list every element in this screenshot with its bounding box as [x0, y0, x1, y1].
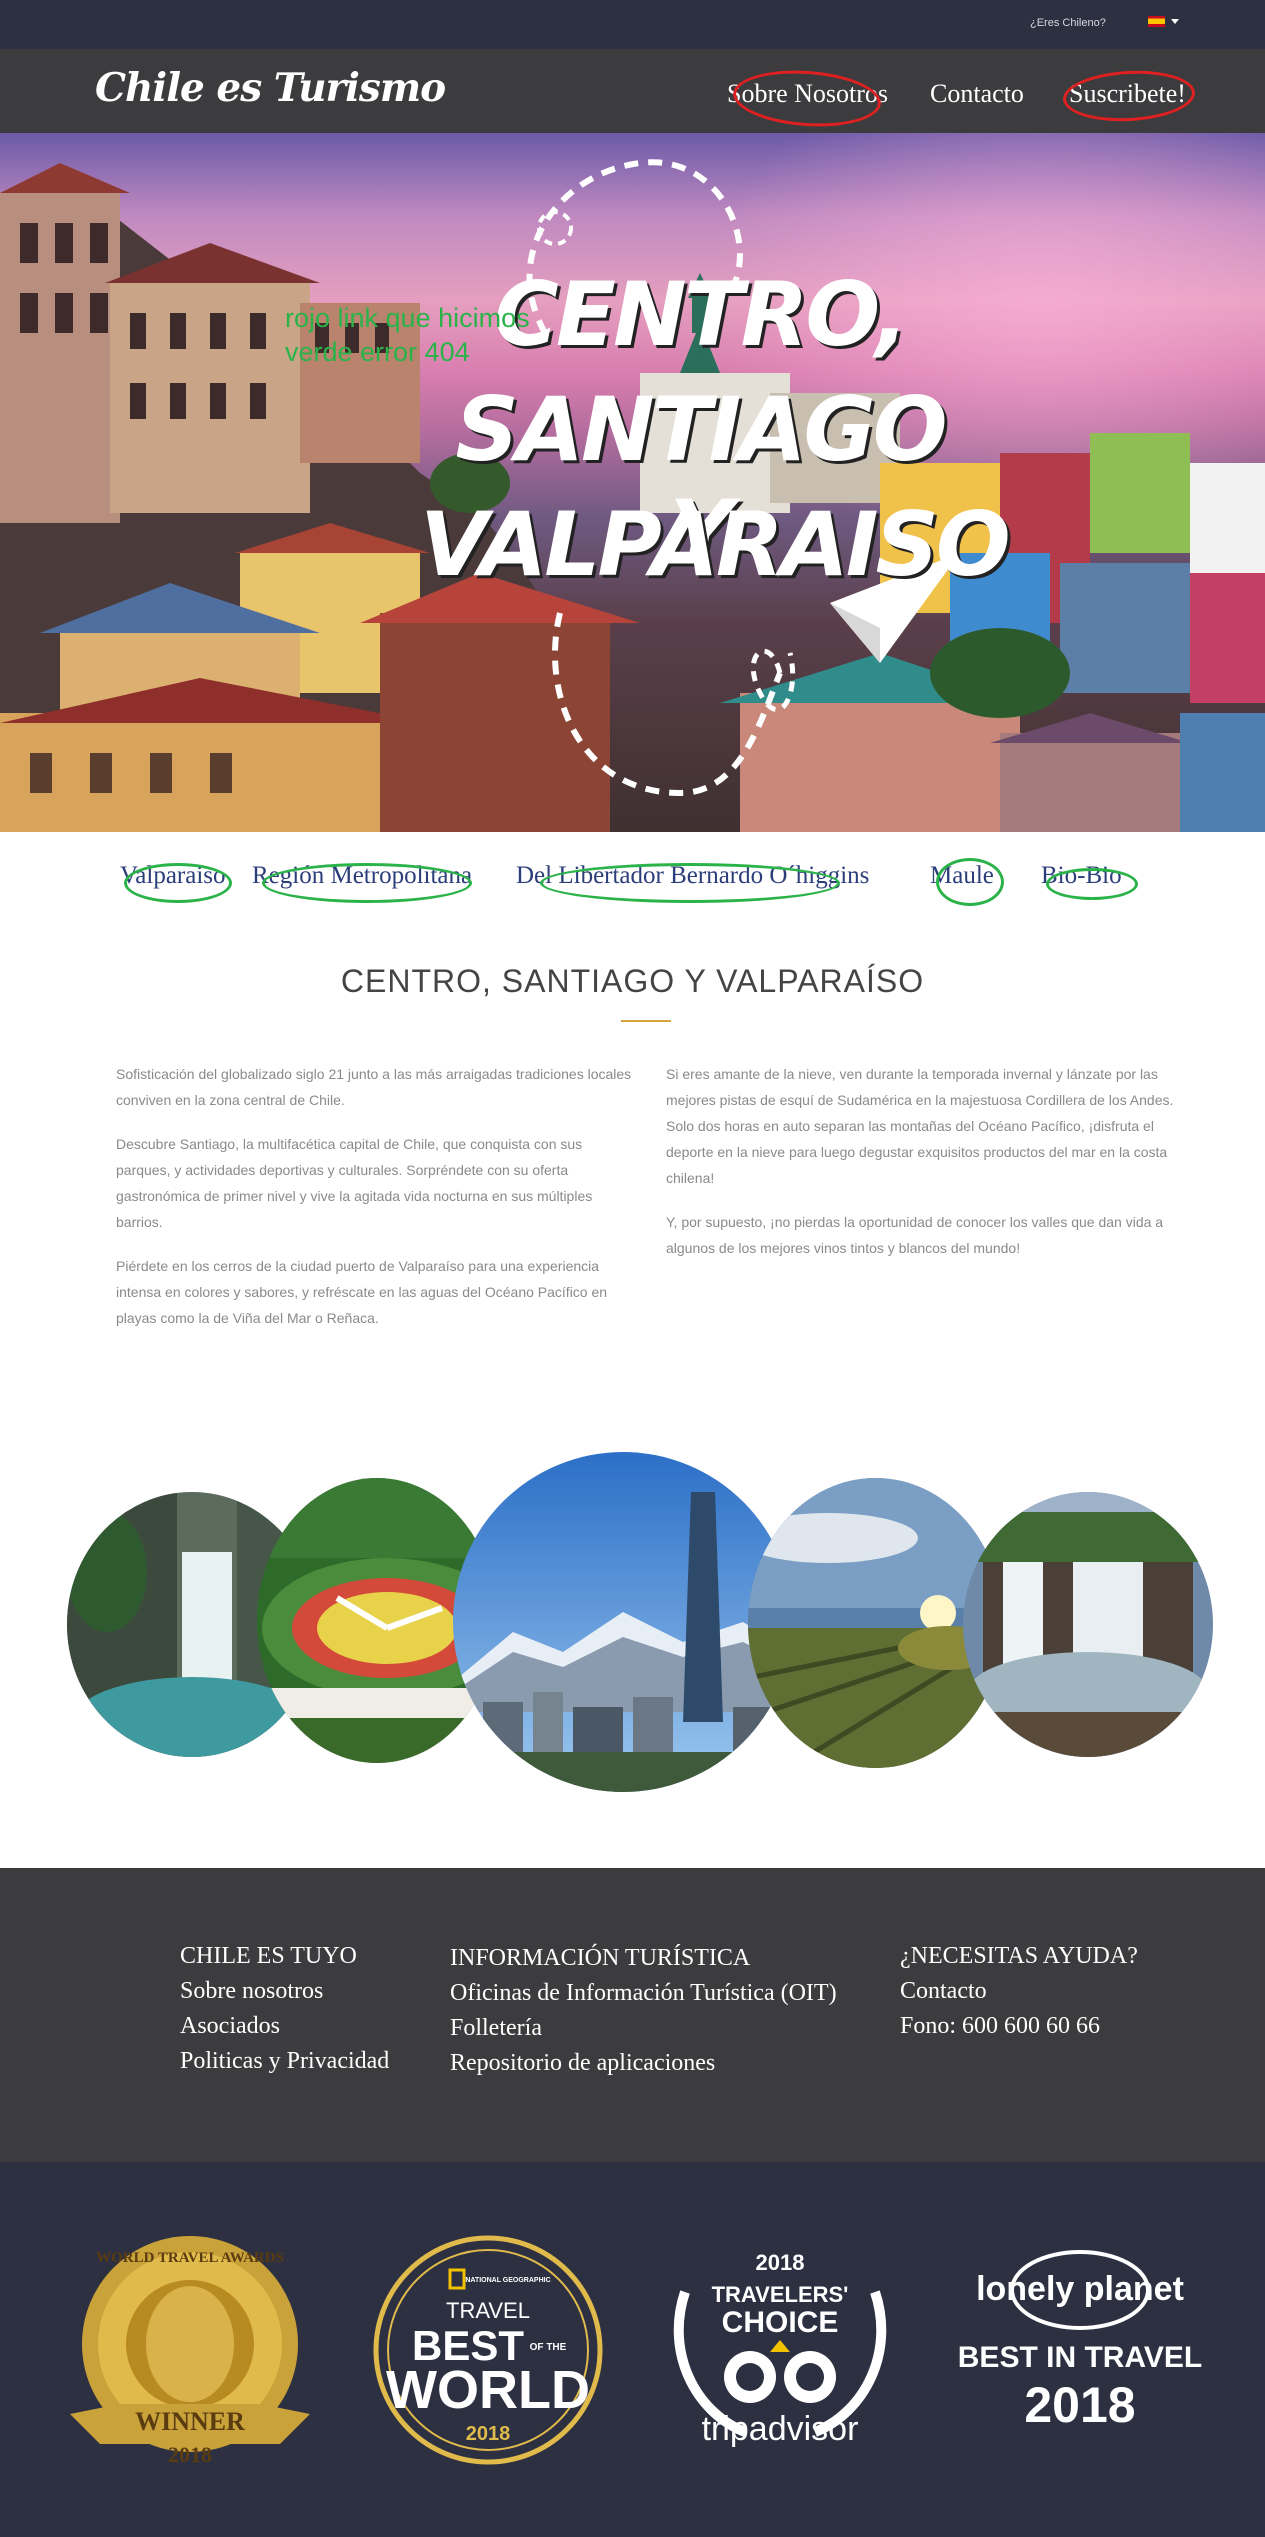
footer-heading: ¿NECESITAS AYUDA? — [900, 1943, 1138, 1969]
chevron-down-icon — [1171, 19, 1179, 24]
top-bar: ¿Eres Chileno? — [0, 0, 1265, 49]
lonely-planet-best-in-travel: BEST IN TRAVEL — [958, 2341, 1202, 2374]
chilean-question-link[interactable]: ¿Eres Chileno? — [1030, 17, 1106, 29]
lonely-planet-best-in-travel-badge: lonely planet BEST IN TRAVEL 2018 — [958, 2250, 1202, 2433]
footer-link-contact[interactable]: Contacto — [900, 1974, 1138, 2009]
region-link-biobio[interactable]: Bio-Bio — [1041, 862, 1122, 890]
footer-column-tourism: INFORMACIÓN TURÍSTICA Oficinas de Inform… — [450, 1945, 837, 2081]
region-links: Valparaiso Región Metropolitana Del Libe… — [0, 848, 1265, 908]
region-link-ohiggins[interactable]: Del Libertador Bernardo O´higgins — [516, 862, 869, 890]
footer-link-about[interactable]: Sobre nosotros — [180, 1974, 389, 2009]
awards-strip: WINNER 2018 WORLD TRAVEL AWARDS NATIONAL… — [0, 2162, 1265, 2537]
paragraph: Sofisticación del globalizado siglo 21 j… — [116, 1066, 632, 1108]
lonely-planet-brand: lonely planet — [976, 2270, 1184, 2308]
title-divider — [621, 1020, 671, 1022]
footer-heading: CHILE ES TUYO — [180, 1943, 357, 1969]
footer-link-brochures[interactable]: Folletería — [450, 2011, 837, 2046]
wta-winner-label: WINNER — [135, 2407, 245, 2436]
tripadvisor-travelers-choice-badge: 2018 TRAVELERS' CHOICE tripadvisor — [673, 2250, 887, 2448]
language-selector[interactable] — [1148, 16, 1179, 27]
paragraph: Piérdete en los cerros de la ciudad puer… — [116, 1258, 608, 1326]
santiago-skyline-photo[interactable] — [453, 1452, 793, 1792]
annotation-note-line-1: rojo link que hicimos — [285, 303, 530, 333]
paragraph: Si eres amante de la nieve, ven durante … — [666, 1066, 1174, 1186]
hero-title-line-3: VALPARAISO — [420, 493, 1011, 596]
footer-link-apps[interactable]: Repositorio de aplicaciones — [450, 2046, 837, 2081]
natgeo-ofthe: OF THE — [530, 2342, 567, 2353]
paragraph: Descubre Santiago, la multifacética capi… — [116, 1136, 593, 1230]
annotation-note: rojo link que hicimos verde error 404 — [285, 301, 530, 369]
intro-left-column: Sofisticación del globalizado siglo 21 j… — [116, 1061, 636, 1349]
tripadvisor-choice: CHOICE — [722, 2306, 839, 2339]
natgeo-brand: NATIONAL GEOGRAPHIC — [465, 2277, 550, 2284]
footer-column-chile: CHILE ES TUYO Sobre nosotros Asociados P… — [180, 1943, 389, 2079]
nav-item-contact[interactable]: Contacto — [930, 79, 1024, 109]
region-link-maule[interactable]: Maule — [930, 862, 994, 890]
intro-right-column: Si eres amante de la nieve, ven durante … — [666, 1061, 1182, 1279]
annotation-note-line-2: verde error 404 — [285, 337, 470, 367]
nav-item-about[interactable]: Sobre Nosotros — [727, 79, 888, 109]
section-title: CENTRO, SANTIAGO Y VALPARAÍSO — [340, 963, 925, 999]
footer-link-oit[interactable]: Oficinas de Información Turística (OIT) — [450, 1976, 837, 2011]
waterfall-photo[interactable] — [963, 1492, 1213, 1757]
tripadvisor-travelers: TRAVELERS' — [712, 2282, 849, 2307]
footer-link-privacy[interactable]: Politicas y Privacidad — [180, 2044, 389, 2079]
footer-phone: Fono: 600 600 60 66 — [900, 2013, 1101, 2039]
site-logo[interactable]: Chile es Turismo — [95, 65, 446, 111]
region-link-metropolitana[interactable]: Región Metropolitana — [252, 862, 472, 890]
nav-item-subscribe[interactable]: Suscribete! — [1069, 79, 1186, 109]
tripadvisor-brand: tripadvisor — [702, 2410, 859, 2448]
natgeo-world: WORLD — [386, 2360, 590, 2420]
natgeo-best-of-world-badge: NATIONAL GEOGRAPHIC TRAVEL BEST OF THE W… — [373, 2235, 603, 2465]
footer-link-partners[interactable]: Asociados — [180, 2009, 389, 2044]
natgeo-year: 2018 — [466, 2423, 511, 2445]
main-navigation: Chile es Turismo Sobre Nosotros Contacto… — [0, 49, 1265, 133]
paragraph: Y, por supuesto, ¡no pierdas la oportuni… — [666, 1214, 1164, 1256]
site-footer: CHILE ES TUYO Sobre nosotros Asociados P… — [0, 1868, 1265, 2162]
lonely-planet-year: 2018 — [1024, 2377, 1135, 2433]
wta-year: 2018 — [168, 2442, 212, 2467]
tripadvisor-year: 2018 — [756, 2250, 805, 2275]
hero-banner: CENTRO, SANTIAGO Y VALPARAISO rojo link … — [0, 133, 1265, 832]
footer-heading: INFORMACIÓN TURÍSTICA — [450, 1945, 751, 1971]
world-travel-awards-badge: WINNER 2018 WORLD TRAVEL AWARDS — [70, 2236, 310, 2467]
footer-column-help: ¿NECESITAS AYUDA? Contacto Fono: 600 600… — [900, 1943, 1138, 2044]
natgeo-travel: TRAVEL — [446, 2298, 530, 2323]
wta-title: WORLD TRAVEL AWARDS — [96, 2250, 284, 2266]
spain-flag-icon — [1148, 16, 1165, 27]
region-link-valparaiso[interactable]: Valparaiso — [120, 862, 226, 890]
